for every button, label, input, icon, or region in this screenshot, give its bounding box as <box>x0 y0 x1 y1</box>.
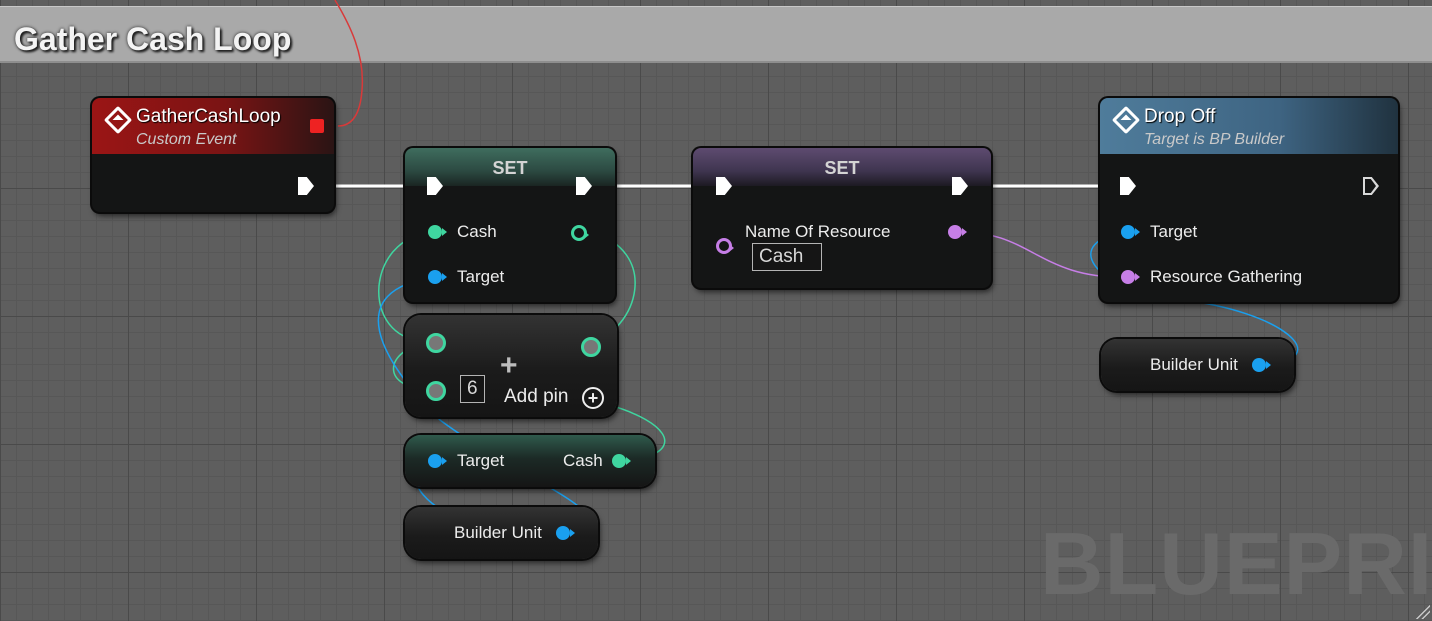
make-array-node[interactable]: + 6 Add pin + <box>405 315 617 417</box>
exec-input-pin[interactable] <box>1120 177 1136 195</box>
name-output-pin[interactable] <box>948 225 967 239</box>
custom-event-node[interactable]: GatherCashLoop Custom Event <box>92 98 334 212</box>
resource-gathering-pin[interactable] <box>1121 270 1140 284</box>
resize-grip-icon[interactable] <box>1414 603 1430 619</box>
blueprint-watermark: BLUEPRIN <box>1040 514 1432 613</box>
event-node-header[interactable]: GatherCashLoop Custom Event <box>92 98 334 154</box>
name-input-label: Name Of Resource <box>745 222 891 241</box>
name-value-box[interactable]: Cash <box>752 243 822 271</box>
getter-cash-label: Cash <box>563 451 603 470</box>
cash-input-pin[interactable] <box>428 225 447 239</box>
drop-off-node[interactable]: Drop Off Target is BP Builder Target Res… <box>1100 98 1398 302</box>
builder-unit-right-pin[interactable] <box>1252 358 1271 372</box>
builder-unit-left-node[interactable]: Builder Unit <box>405 507 598 559</box>
builder-unit-left-label: Builder Unit <box>454 523 542 542</box>
blueprint-graph-canvas[interactable]: Gather Cash Loop GatherCashLoop Custom E… <box>0 0 1432 621</box>
plus-icon: + <box>500 349 518 382</box>
set-name-title: SET <box>824 158 860 178</box>
getter-target-label: Target <box>457 451 505 470</box>
delegate-pin[interactable] <box>310 119 324 133</box>
drop-off-header[interactable]: Drop Off Target is BP Builder <box>1100 98 1398 154</box>
target-input-label: Target <box>457 267 505 286</box>
builder-unit-right-node[interactable]: Builder Unit <box>1101 339 1294 391</box>
add-pin-label[interactable]: Add pin <box>504 386 568 408</box>
function-diamond-icon <box>1111 105 1141 135</box>
event-diamond-icon <box>103 105 133 135</box>
getter-cash-pin[interactable] <box>612 454 631 468</box>
red-wire <box>334 0 364 127</box>
index-value-box[interactable]: 6 <box>460 375 485 403</box>
drop-off-target-label: Target <box>1150 222 1198 241</box>
set-cash-node[interactable]: SET Cash Target <box>405 148 615 302</box>
drop-off-target-pin[interactable] <box>1121 225 1140 239</box>
cash-getter-node[interactable]: Target Cash <box>405 435 655 487</box>
set-cash-title: SET <box>492 158 528 178</box>
array-input-pin-1[interactable] <box>426 333 446 353</box>
name-input-pin[interactable] <box>716 238 734 254</box>
set-name-header[interactable]: SET <box>693 148 991 186</box>
array-input-pin-2[interactable] <box>426 381 446 401</box>
array-output-pin[interactable] <box>581 337 601 357</box>
exec-output-pin[interactable] <box>298 177 314 195</box>
cash-input-label: Cash <box>457 222 497 241</box>
drop-off-subtitle: Target is BP Builder <box>1144 131 1285 148</box>
getter-target-pin[interactable] <box>428 454 447 468</box>
cash-output-pin[interactable] <box>571 225 589 241</box>
resource-gathering-label: Resource Gathering <box>1150 267 1303 286</box>
event-node-subtitle: Custom Event <box>136 131 237 148</box>
drop-off-title: Drop Off <box>1144 106 1216 127</box>
target-input-pin[interactable] <box>428 270 447 284</box>
builder-unit-right-label: Builder Unit <box>1150 355 1238 374</box>
add-pin-icon[interactable]: + <box>582 387 604 409</box>
builder-unit-left-pin[interactable] <box>556 526 575 540</box>
exec-output-pin[interactable] <box>1363 177 1379 195</box>
set-name-node[interactable]: SET Name Of Resource Cash <box>693 148 991 288</box>
event-node-title: GatherCashLoop <box>136 106 281 127</box>
